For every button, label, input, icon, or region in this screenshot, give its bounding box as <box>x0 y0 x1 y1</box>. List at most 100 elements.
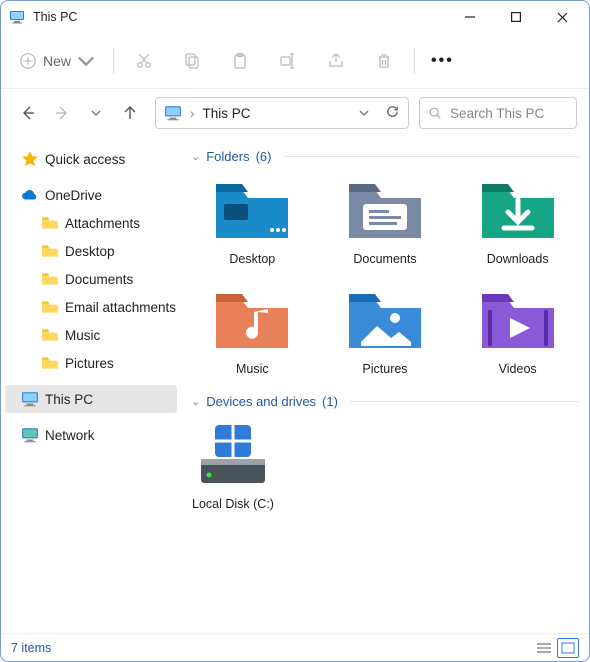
folder-desktop[interactable]: Desktop <box>191 174 314 266</box>
back-button[interactable] <box>13 98 43 128</box>
details-view-button[interactable] <box>533 638 555 658</box>
downloads-folder-icon <box>476 174 560 244</box>
address-bar[interactable]: › This PC <box>155 97 409 129</box>
chevron-down-icon: ⌄ <box>191 395 200 408</box>
sidebar-item-attachments[interactable]: Attachments <box>1 209 181 237</box>
chevron-down-icon <box>77 52 95 70</box>
tile-label: Documents <box>353 252 416 266</box>
rename-button[interactable] <box>270 43 306 79</box>
sidebar-item-music[interactable]: Music <box>1 321 181 349</box>
maximize-button[interactable] <box>493 1 539 33</box>
chevron-down-icon: ⌄ <box>191 150 200 163</box>
trash-icon <box>374 51 394 71</box>
group-header-drives[interactable]: ⌄ Devices and drives (1) <box>191 394 579 409</box>
toolbar-separator <box>113 48 114 74</box>
chevron-right-icon: › <box>190 106 195 121</box>
this-pc-icon <box>164 104 182 122</box>
tile-label: Music <box>236 362 269 376</box>
folder-videos[interactable]: Videos <box>456 284 579 376</box>
desktop-folder-icon <box>210 174 294 244</box>
pictures-folder-icon <box>343 284 427 354</box>
drive-local-disk-c[interactable]: Local Disk (C:) <box>191 419 275 511</box>
large-icons-view-button[interactable] <box>557 638 579 658</box>
sidebar-item-label: OneDrive <box>45 188 102 203</box>
tile-label: Downloads <box>487 252 549 266</box>
star-icon <box>21 150 39 168</box>
minimize-button[interactable] <box>447 1 493 33</box>
search-icon <box>428 106 442 120</box>
address-dropdown-button[interactable] <box>359 106 369 121</box>
music-folder-icon <box>210 284 294 354</box>
delete-button[interactable] <box>366 43 402 79</box>
scissors-icon <box>134 51 154 71</box>
search-box[interactable]: Search This PC <box>419 97 577 129</box>
copy-icon <box>182 51 202 71</box>
sidebar-item-label: Quick access <box>45 152 125 167</box>
sidebar-item-label: Attachments <box>65 216 140 231</box>
command-bar: New ••• <box>1 33 589 89</box>
forward-button[interactable] <box>47 98 77 128</box>
search-placeholder: Search This PC <box>450 106 544 121</box>
this-pc-icon <box>9 9 25 25</box>
folder-music[interactable]: Music <box>191 284 314 376</box>
sidebar-item-desktop[interactable]: Desktop <box>1 237 181 265</box>
close-button[interactable] <box>539 1 585 33</box>
tile-label: Local Disk (C:) <box>192 497 274 511</box>
new-button-label: New <box>43 53 71 69</box>
status-bar: 7 items <box>1 633 589 661</box>
folder-downloads[interactable]: Downloads <box>456 174 579 266</box>
sidebar-item-network[interactable]: Network <box>1 421 181 449</box>
share-button[interactable] <box>318 43 354 79</box>
cut-button[interactable] <box>126 43 162 79</box>
sidebar-item-pictures[interactable]: Pictures <box>1 349 181 377</box>
sidebar-item-label: This PC <box>45 392 93 407</box>
up-button[interactable] <box>115 98 145 128</box>
sidebar-item-label: Pictures <box>65 356 114 371</box>
new-button[interactable]: New <box>13 48 101 74</box>
refresh-button[interactable] <box>385 104 400 122</box>
rename-icon <box>278 51 298 71</box>
titlebar: This PC <box>1 1 589 33</box>
content-body: Quick access OneDrive Attachments Deskto… <box>1 137 589 633</box>
nav-bar: › This PC Search This PC <box>1 89 589 137</box>
sidebar-item-onedrive[interactable]: OneDrive <box>1 181 181 209</box>
sidebar-item-quick-access[interactable]: Quick access <box>1 145 181 173</box>
this-pc-icon <box>21 390 39 408</box>
sidebar-item-label: Desktop <box>65 244 115 259</box>
sidebar-item-documents[interactable]: Documents <box>1 265 181 293</box>
sidebar-item-email-attachments[interactable]: Email attachments <box>1 293 181 321</box>
more-button[interactable]: ••• <box>431 52 454 70</box>
group-count: (1) <box>322 394 338 409</box>
cloud-icon <box>21 186 39 204</box>
folder-pictures[interactable]: Pictures <box>324 284 447 376</box>
navigation-pane: Quick access OneDrive Attachments Deskto… <box>1 137 181 633</box>
file-explorer-window: This PC New ••• › This PC <box>0 0 590 662</box>
drives-grid: Local Disk (C:) <box>191 419 579 511</box>
group-header-folders[interactable]: ⌄ Folders (6) <box>191 149 579 164</box>
folder-documents[interactable]: Documents <box>324 174 447 266</box>
status-item-count: 7 items <box>11 641 51 655</box>
plus-circle-icon <box>19 52 37 70</box>
sidebar-item-this-pc[interactable]: This PC <box>5 385 177 413</box>
tile-label: Pictures <box>362 362 407 376</box>
window-title: This PC <box>33 10 77 24</box>
recent-locations-button[interactable] <box>81 98 111 128</box>
share-icon <box>326 51 346 71</box>
documents-folder-icon <box>343 174 427 244</box>
group-label: Folders <box>206 149 249 164</box>
folder-icon <box>41 298 59 316</box>
sidebar-item-label: Network <box>45 428 95 443</box>
folder-icon <box>41 270 59 288</box>
drive-icon <box>191 419 275 489</box>
network-icon <box>21 426 39 444</box>
address-segment[interactable]: This PC <box>203 106 251 121</box>
main-pane: ⌄ Folders (6) Desktop Documents Download… <box>181 137 589 633</box>
tile-label: Desktop <box>229 252 275 266</box>
sidebar-item-label: Email attachments <box>65 300 176 315</box>
group-count: (6) <box>256 149 272 164</box>
group-label: Devices and drives <box>206 394 316 409</box>
sidebar-item-label: Documents <box>65 272 133 287</box>
folder-icon <box>41 242 59 260</box>
paste-button[interactable] <box>222 43 258 79</box>
copy-button[interactable] <box>174 43 210 79</box>
